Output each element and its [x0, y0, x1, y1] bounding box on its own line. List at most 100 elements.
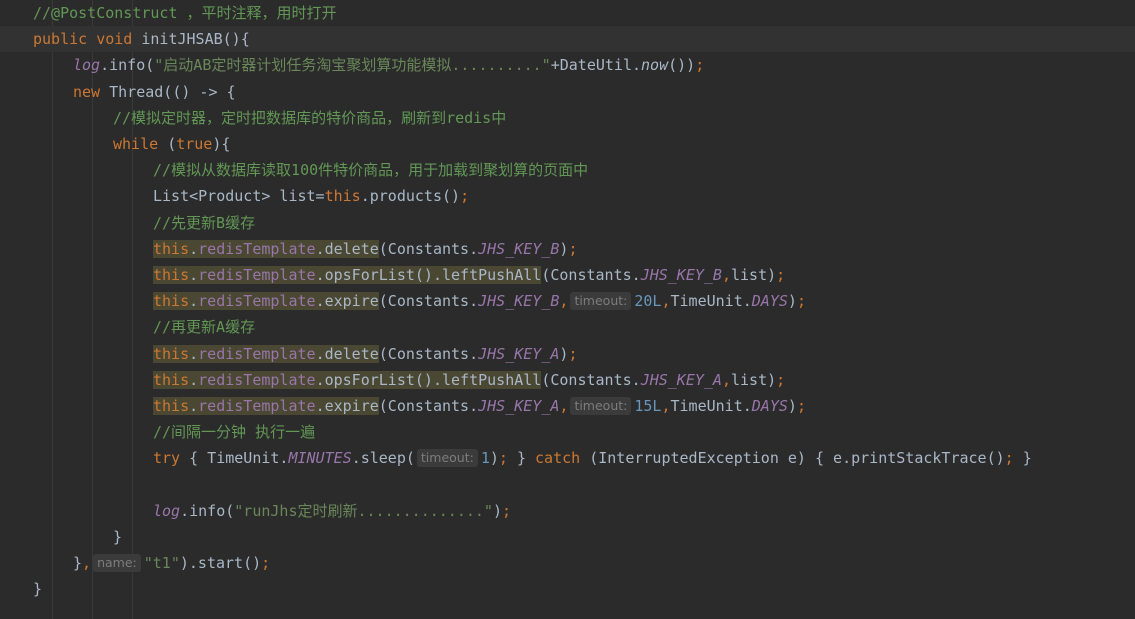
code-token: .opsForList().leftPushAll	[315, 370, 542, 389]
code-line[interactable]: }, name: "t1").start();	[0, 550, 1135, 576]
code-token: //先更新B缓存	[153, 213, 256, 232]
code-token: this	[153, 370, 190, 389]
code-token: .	[189, 239, 199, 258]
code-text: }	[113, 524, 122, 550]
code-token: .info(	[100, 56, 155, 75]
code-line[interactable]: log.info("runJhs定时刷新..............");	[0, 498, 1135, 524]
code-line[interactable]: //先更新B缓存	[0, 210, 1135, 236]
code-token: )	[787, 292, 797, 311]
code-token: //模拟从数据库读取100件特价商品，用于加载到聚划算的页面中	[153, 161, 589, 180]
code-token: ;	[261, 554, 271, 573]
code-token: this	[153, 397, 190, 415]
code-token: ,	[721, 370, 731, 389]
code-token: //再更新A缓存	[153, 318, 256, 337]
code-token: initJHSAB	[141, 30, 223, 49]
code-token: (Constants.	[378, 344, 479, 363]
code-line[interactable]: public void initJHSAB(){	[0, 26, 1135, 53]
code-token: .info(	[180, 501, 235, 520]
code-text: while (true){	[113, 131, 230, 157]
code-token: "t1"	[143, 554, 180, 573]
code-line[interactable]: List<Product> list=this.products();	[0, 183, 1135, 209]
code-token: ,	[661, 397, 671, 415]
code-line[interactable]: //@PostConstruct ，平时注释，用时打开	[0, 0, 1135, 26]
code-token: ;	[695, 56, 705, 75]
code-text: this.redisTemplate.opsForList().leftPush…	[153, 262, 785, 288]
code-line[interactable]: this.redisTemplate.expire(Constants.JHS_…	[0, 393, 1135, 419]
code-line[interactable]: //模拟从数据库读取100件特价商品，用于加载到聚划算的页面中	[0, 157, 1135, 183]
code-token: .delete	[315, 239, 379, 258]
code-token: .	[189, 370, 199, 389]
code-token: this	[153, 239, 190, 258]
code-token: { TimeUnit.	[189, 449, 289, 468]
code-token: }	[507, 449, 536, 468]
code-token: )	[787, 397, 797, 415]
code-token: log	[153, 501, 181, 520]
code-token: JHS_KEY_B	[478, 239, 560, 258]
code-token: JHS_KEY_A	[478, 397, 560, 415]
code-line[interactable]: //间隔一分钟 执行一遍	[0, 419, 1135, 445]
code-token: }	[73, 554, 83, 573]
code-token: "runJhs定时刷新.............."	[234, 501, 493, 520]
code-token: }	[113, 528, 123, 546]
code-line[interactable]: this.redisTemplate.opsForList().leftPush…	[0, 367, 1135, 393]
code-line[interactable]: this.redisTemplate.delete(Constants.JHS_…	[0, 341, 1135, 367]
code-token: this	[153, 266, 190, 284]
code-line[interactable]: log.info("启动AB定时器计划任务淘宝聚划算功能模拟..........…	[0, 52, 1135, 78]
code-token: ,	[661, 292, 671, 311]
code-text: //再更新A缓存	[153, 314, 255, 340]
code-text: //模拟从数据库读取100件特价商品，用于加载到聚划算的页面中	[153, 157, 588, 183]
code-editor[interactable]: //@PostConstruct ，平时注释，用时打开 public void i…	[0, 0, 1135, 619]
code-text: new Thread(() -> {	[73, 79, 236, 105]
code-token: Thread(() -> {	[109, 82, 236, 101]
code-token: TimeUnit.	[670, 292, 752, 311]
code-token: redisTemplate	[198, 292, 316, 311]
code-token: void	[96, 30, 142, 49]
code-token: new	[73, 82, 110, 101]
code-text: //间隔一分钟 执行一遍	[153, 419, 315, 445]
code-token: .products()	[360, 187, 461, 206]
code-token: )	[492, 501, 502, 520]
code-token: redisTemplate	[198, 239, 316, 258]
code-token: }	[1022, 449, 1032, 468]
code-token: +DateUtil.	[550, 56, 642, 75]
code-line[interactable]: //再更新A缓存	[0, 314, 1135, 340]
code-token: ;	[568, 239, 578, 258]
code-token: MINUTES	[288, 449, 352, 468]
code-token: .expire	[315, 292, 379, 311]
code-line[interactable]: this.redisTemplate.opsForList().leftPush…	[0, 262, 1135, 288]
code-token: }	[33, 580, 43, 599]
code-token: ).start()	[179, 554, 262, 573]
code-line[interactable]	[0, 472, 1135, 498]
parameter-hint: timeout:	[570, 397, 632, 415]
code-line[interactable]: this.redisTemplate.delete(Constants.JHS_…	[0, 236, 1135, 262]
code-line[interactable]: this.redisTemplate.expire(Constants.JHS_…	[0, 288, 1135, 314]
code-line[interactable]: }	[0, 524, 1135, 550]
code-text: try { TimeUnit.MINUTES.sleep(timeout: 1);…	[153, 445, 1032, 471]
code-token: ;	[568, 344, 578, 363]
code-token: .opsForList().leftPushAll	[315, 266, 542, 284]
code-text: List<Product> list=this.products();	[153, 183, 469, 209]
code-line[interactable]: while (true){	[0, 131, 1135, 157]
code-text: //先更新B缓存	[153, 210, 255, 236]
code-line[interactable]: new Thread(() -> {	[0, 79, 1135, 105]
code-text: this.redisTemplate.delete(Constants.JHS_…	[153, 341, 577, 367]
code-token: redisTemplate	[198, 344, 316, 363]
code-token: ;	[498, 449, 508, 468]
code-token: ;	[776, 370, 786, 389]
code-token: //@PostConstruct ，平时注释，用时打开	[33, 4, 337, 22]
code-token: //模拟定时器，定时把数据库的特价商品，刷新到redis中	[113, 108, 507, 127]
code-token: true	[176, 135, 213, 153]
code-token: .expire	[315, 397, 379, 415]
code-text: }, name: "t1").start();	[73, 550, 270, 576]
code-line[interactable]: }	[0, 576, 1135, 602]
code-token: (	[167, 135, 177, 153]
code-token: TimeUnit.	[670, 397, 752, 415]
code-line[interactable]: try { TimeUnit.MINUTES.sleep(timeout: 1);…	[0, 445, 1135, 471]
code-line[interactable]: //模拟定时器，定时把数据库的特价商品，刷新到redis中	[0, 105, 1135, 131]
code-token: (Constants.	[378, 239, 479, 258]
code-token: .delete	[315, 344, 379, 363]
code-text: log.info("runJhs定时刷新..............");	[153, 498, 511, 524]
code-token: ())	[668, 56, 696, 75]
code-token: redisTemplate	[198, 266, 316, 284]
parameter-hint: timeout:	[570, 292, 632, 311]
